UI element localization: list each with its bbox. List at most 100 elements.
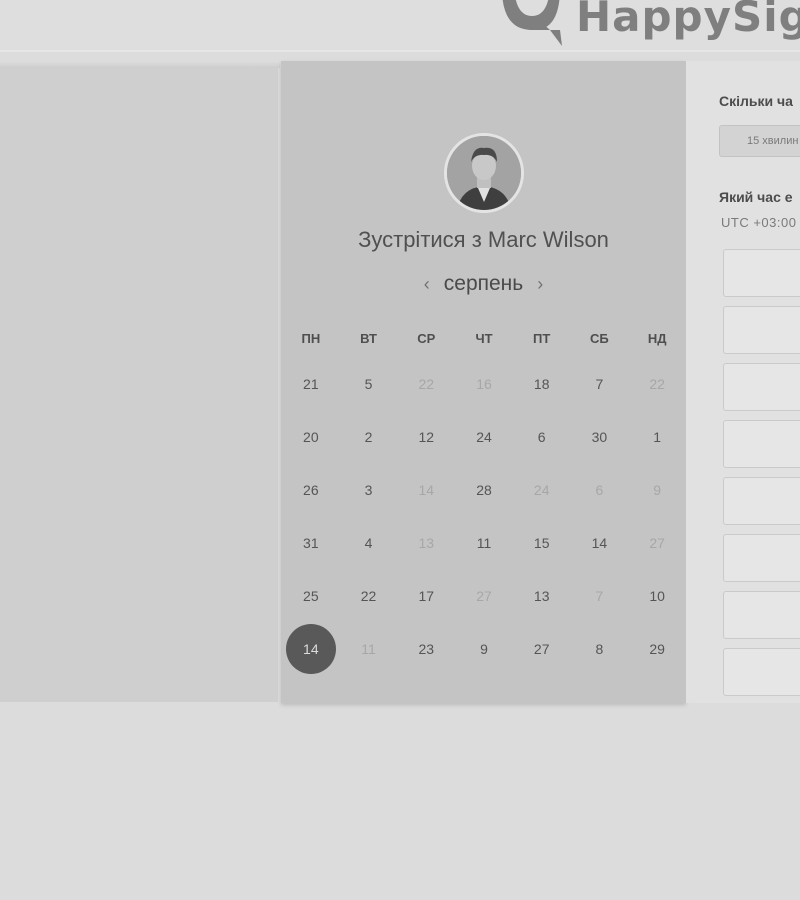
day-number: 12 [418, 428, 435, 445]
day-number: 14 [418, 481, 435, 498]
weekday-header: ПТ [533, 330, 551, 346]
day-cell[interactable]: 10 [628, 569, 686, 622]
chevron-left-icon[interactable]: ‹ [410, 274, 444, 295]
day-number: 24 [533, 481, 550, 498]
day-number: 22 [649, 375, 665, 392]
day-cell[interactable]: 6 [513, 410, 571, 463]
day-number: 27 [649, 534, 665, 551]
time-slot[interactable] [723, 591, 800, 639]
day-number: 29 [649, 640, 665, 657]
day-number: 31 [303, 534, 319, 551]
time-slot[interactable] [723, 648, 800, 696]
person-photo [447, 136, 521, 210]
day-cell: 22 [397, 357, 455, 410]
day-number: 23 [418, 640, 435, 657]
day-cell[interactable]: 8 [571, 622, 629, 675]
day-cell: 7 [571, 569, 629, 622]
day-cell[interactable]: 28 [455, 463, 513, 516]
day-cell: 14 [397, 463, 455, 516]
day-cell[interactable]: 4 [340, 516, 398, 569]
calendar-grid: ПН ВТ СР ЧТ ПТ СБ НД 21 5 22 16 18 7 22 20 2 12 24 6 30 1 26 3… [282, 319, 686, 675]
avatar [444, 133, 524, 213]
day-number: 13 [418, 534, 435, 551]
day-number: 6 [537, 428, 546, 445]
day-cell: 22 [628, 357, 686, 410]
day-number: 30 [591, 428, 608, 445]
time-slot[interactable] [723, 534, 800, 582]
weekday-header: ВТ [360, 330, 377, 346]
booking-panel: Скільки ча 15 хвилин Який час е UTC +03:… [686, 61, 800, 703]
day-number: 24 [476, 428, 492, 445]
month-navigation: ‹ серпень › [281, 270, 686, 298]
month-label: серпень [443, 272, 524, 295]
top-bar: HappySig [0, 0, 800, 52]
day-cell[interactable]: 17 [397, 569, 455, 622]
weekday-header: НД [647, 330, 667, 346]
time-slot[interactable] [723, 420, 800, 468]
day-cell: 16 [455, 357, 513, 410]
day-number: 27 [476, 587, 492, 604]
day-number: 20 [303, 428, 319, 445]
day-cell[interactable]: 12 [397, 410, 455, 463]
day-cell[interactable]: 29 [628, 622, 686, 675]
day-cell[interactable]: 20 [282, 410, 340, 463]
day-cell[interactable]: 23 [397, 622, 455, 675]
day-cell[interactable]: 18 [513, 357, 571, 410]
day-cell[interactable]: 30 [571, 410, 629, 463]
day-number: 9 [480, 640, 488, 657]
day-cell[interactable]: 26 [282, 463, 340, 516]
day-cell[interactable]: 25 [282, 569, 340, 622]
duration-question: Скільки ча [719, 93, 793, 109]
selected-day-cell[interactable]: 14 [282, 622, 340, 675]
brand-logo[interactable]: HappySig [494, 0, 800, 48]
day-number: 18 [533, 375, 550, 392]
weekday-header: ЧТ [475, 330, 493, 346]
chevron-right-icon[interactable]: › [523, 274, 557, 295]
left-panel [0, 66, 278, 702]
day-cell[interactable]: 13 [513, 569, 571, 622]
day-number: 6 [595, 481, 604, 498]
day-number: 13 [533, 587, 550, 604]
time-slot[interactable] [723, 363, 800, 411]
day-cell[interactable]: 21 [282, 357, 340, 410]
day-cell[interactable]: 22 [340, 569, 398, 622]
calendar-title: Зустрітися з Marc Wilson [358, 227, 609, 252]
day-number: 8 [595, 640, 604, 657]
day-cell[interactable]: 24 [455, 410, 513, 463]
day-cell: 6 [571, 463, 629, 516]
day-number: 7 [595, 375, 604, 392]
duration-select[interactable]: 15 хвилин [719, 125, 800, 157]
day-number: 5 [364, 375, 373, 392]
day-number: 1 [653, 428, 662, 445]
day-cell[interactable]: 2 [340, 410, 398, 463]
weekday-header: СР [417, 330, 436, 346]
day-number: 27 [533, 640, 550, 657]
time-question: Який час е [719, 189, 793, 205]
day-cell[interactable]: 1 [628, 410, 686, 463]
day-cell[interactable]: 14 [571, 516, 629, 569]
day-cell[interactable]: 9 [455, 622, 513, 675]
day-number: 7 [595, 587, 604, 604]
day-cell: 9 [628, 463, 686, 516]
day-number: 22 [418, 375, 435, 392]
day-cell[interactable]: 27 [513, 622, 571, 675]
day-number: 10 [649, 587, 665, 604]
day-number: 16 [476, 375, 492, 392]
day-cell[interactable]: 11 [455, 516, 513, 569]
day-number: 15 [533, 534, 550, 551]
day-cell: 27 [455, 569, 513, 622]
time-slot[interactable] [723, 306, 800, 354]
time-slot[interactable] [723, 477, 800, 525]
day-cell[interactable]: 15 [513, 516, 571, 569]
day-number: 22 [360, 587, 377, 604]
day-cell: 11 [340, 622, 398, 675]
timezone-label[interactable]: UTC +03:00 [721, 215, 796, 230]
day-cell[interactable]: 7 [571, 357, 629, 410]
day-cell[interactable]: 31 [282, 516, 340, 569]
time-slot[interactable] [723, 249, 800, 297]
day-number: 25 [303, 587, 319, 604]
day-cell[interactable]: 3 [340, 463, 398, 516]
day-number: 4 [364, 534, 373, 551]
day-number: 26 [303, 481, 319, 498]
day-cell[interactable]: 5 [340, 357, 398, 410]
